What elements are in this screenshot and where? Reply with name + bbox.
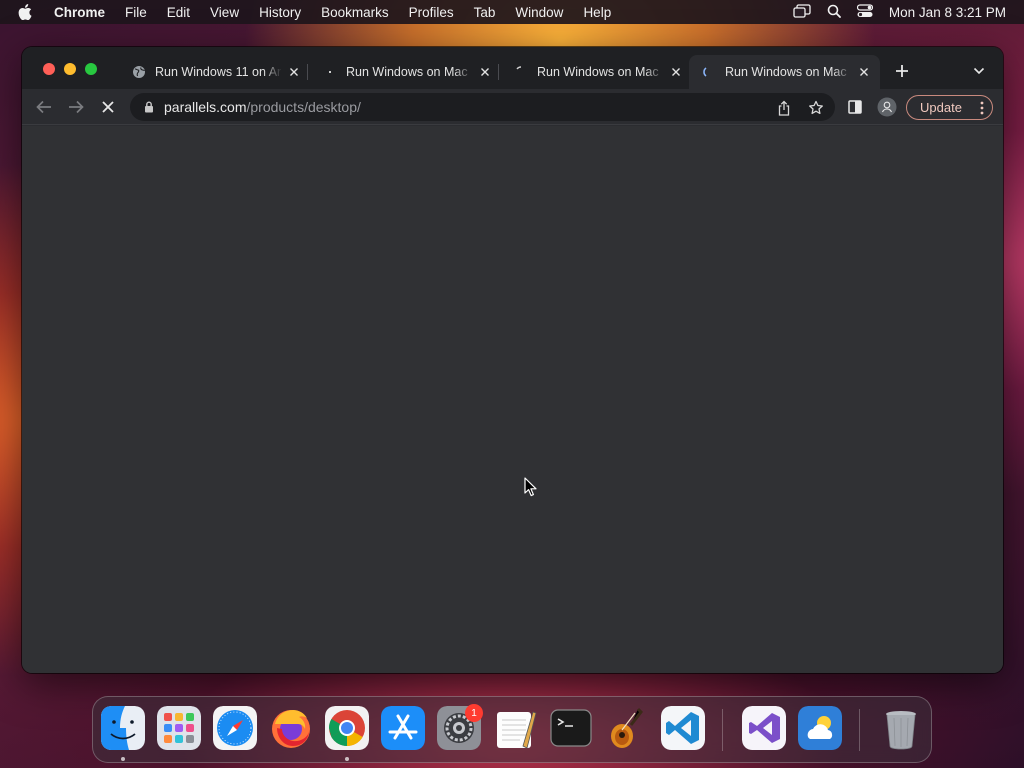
browser-tab-2[interactable]: Run Windows on Mac <box>310 55 501 89</box>
url-text: parallels.com/products/desktop/ <box>164 99 361 115</box>
stop-loading-button[interactable] <box>98 97 118 117</box>
fullscreen-window-button[interactable] <box>85 63 97 75</box>
menu-bookmarks[interactable]: Bookmarks <box>321 5 389 20</box>
dock <box>92 696 932 763</box>
apple-menu-icon[interactable] <box>18 4 40 20</box>
screen-mirroring-icon[interactable] <box>793 3 811 21</box>
app-store-icon[interactable] <box>381 706 425 750</box>
tab-title: Run Windows 11 on Ar <box>155 65 282 79</box>
tab-separator <box>307 64 308 80</box>
tab-search-chevron-icon[interactable] <box>972 64 986 78</box>
menu-view[interactable]: View <box>210 5 239 20</box>
side-panel-icon[interactable] <box>845 97 865 117</box>
control-center-icon[interactable] <box>856 3 874 21</box>
finder-running-indicator <box>121 757 125 761</box>
menu-window[interactable]: Window <box>515 5 563 20</box>
window-controls <box>43 63 97 75</box>
tab-title: Run Windows on Mac <box>346 65 468 79</box>
url-path: /products/desktop/ <box>246 99 361 115</box>
browser-toolbar: parallels.com/products/desktop/ Update <box>22 89 1003 125</box>
dock-divider <box>859 709 860 751</box>
menu-help[interactable]: Help <box>583 5 611 20</box>
menu-file[interactable]: File <box>125 5 147 20</box>
menu-history[interactable]: History <box>259 5 301 20</box>
update-label: Update <box>920 100 962 115</box>
menu-bar: Chrome File Edit View History Bookmarks … <box>0 0 1024 24</box>
close-tab-icon[interactable] <box>856 64 872 80</box>
tab-title: Run Windows on Mac <box>725 65 847 79</box>
menu-tab[interactable]: Tab <box>474 5 496 20</box>
terminal-icon[interactable] <box>549 706 593 750</box>
chrome-window: Run Windows 11 on Ar Run Windows on Mac … <box>22 47 1003 673</box>
close-tab-icon[interactable] <box>668 64 684 80</box>
textedit-icon[interactable] <box>493 706 537 750</box>
spotlight-search-icon[interactable] <box>827 4 841 21</box>
forward-button[interactable] <box>66 97 86 117</box>
parallels-icon <box>513 64 529 80</box>
tab-title: Run Windows on Mac <box>537 65 659 79</box>
browser-tab-4-active[interactable]: Run Windows on Mac <box>689 55 880 89</box>
close-tab-icon[interactable] <box>477 64 493 80</box>
new-tab-button[interactable] <box>893 62 911 80</box>
tab-separator <box>498 64 499 80</box>
chrome-running-indicator <box>345 757 349 761</box>
loading-icon <box>701 64 717 80</box>
close-window-button[interactable] <box>43 63 55 75</box>
safari-icon[interactable] <box>213 706 257 750</box>
weather-icon[interactable] <box>798 706 842 750</box>
trash-icon[interactable] <box>879 706 923 750</box>
launchpad-icon[interactable] <box>157 706 201 750</box>
minimize-window-button[interactable] <box>64 63 76 75</box>
menu-app-name[interactable]: Chrome <box>54 5 105 20</box>
finder-icon[interactable] <box>101 706 145 750</box>
parallels-icon <box>322 64 338 80</box>
tab-strip: Run Windows 11 on Ar Run Windows on Mac … <box>22 47 1003 89</box>
dock-divider <box>722 709 723 751</box>
menu-bar-clock[interactable]: Mon Jan 8 3:21 PM <box>889 5 1006 20</box>
address-bar[interactable]: parallels.com/products/desktop/ <box>130 93 835 121</box>
page-content-area[interactable] <box>22 126 1003 673</box>
garageband-icon[interactable] <box>605 706 649 750</box>
share-icon[interactable] <box>776 100 792 116</box>
lock-icon[interactable] <box>142 100 156 114</box>
url-host: parallels.com <box>164 99 247 115</box>
chrome-icon[interactable] <box>325 706 369 750</box>
globe-icon <box>131 64 147 80</box>
browser-tab-1[interactable]: Run Windows 11 on Ar <box>119 55 310 89</box>
firefox-icon[interactable] <box>269 706 313 750</box>
update-button[interactable]: Update <box>906 95 993 120</box>
menu-profiles[interactable]: Profiles <box>409 5 454 20</box>
menu-edit[interactable]: Edit <box>167 5 190 20</box>
notification-badge: 1 <box>465 704 483 722</box>
bookmark-star-icon[interactable] <box>808 100 824 116</box>
mouse-cursor-icon <box>524 477 537 497</box>
profile-avatar-icon[interactable] <box>877 97 897 117</box>
browser-tab-3[interactable]: Run Windows on Mac <box>501 55 692 89</box>
more-menu-icon[interactable] <box>980 101 984 115</box>
back-button[interactable] <box>34 97 54 117</box>
close-tab-icon[interactable] <box>286 64 302 80</box>
visual-studio-icon[interactable] <box>742 706 786 750</box>
vscode-icon[interactable] <box>661 706 705 750</box>
